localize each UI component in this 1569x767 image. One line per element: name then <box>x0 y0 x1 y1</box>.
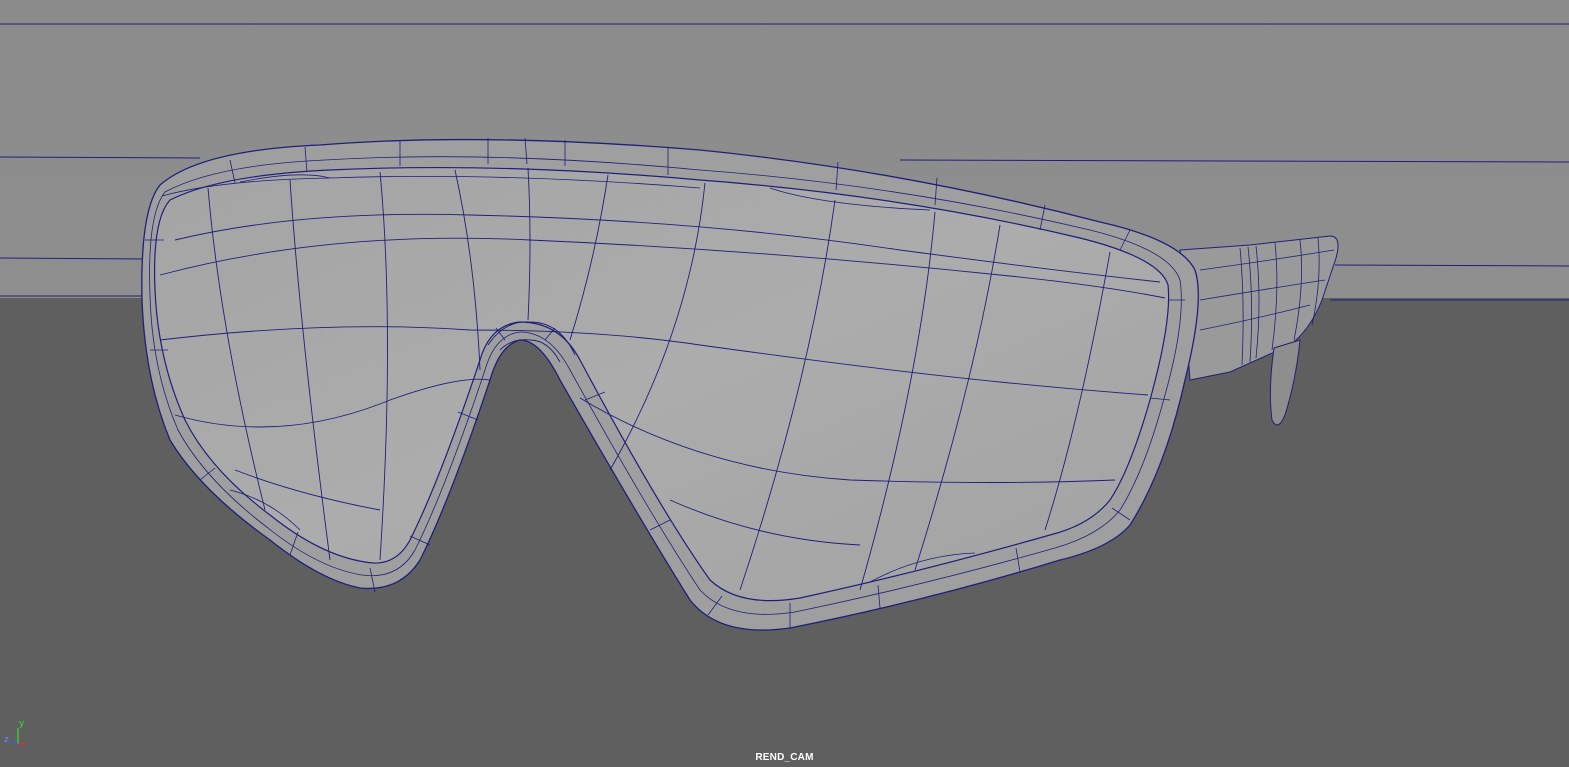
camera-name-label: REND_CAM <box>755 752 814 763</box>
axis-gizmo: y z <box>4 720 28 748</box>
maya-viewport[interactable]: y z REND_CAM <box>0 0 1569 767</box>
viewport-scene[interactable] <box>0 0 1569 767</box>
axis-y-label: y <box>19 719 25 729</box>
axis-z-label: z <box>4 735 9 745</box>
